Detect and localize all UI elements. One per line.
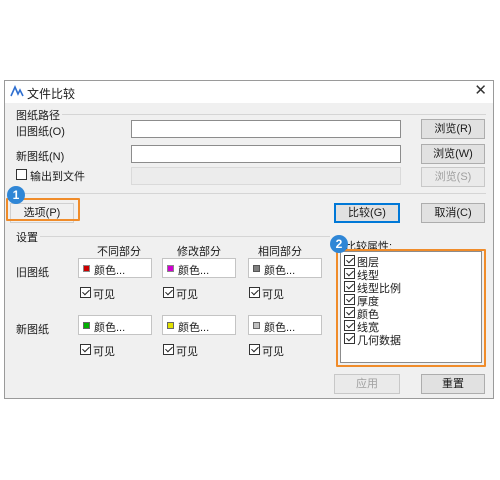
- old-modified-color-button[interactable]: 颜色...: [162, 258, 236, 278]
- title-bar: 文件比较 ✕: [5, 81, 493, 103]
- column-header-same: 相同部分: [258, 246, 302, 258]
- color-text: 颜色...: [264, 265, 296, 277]
- old-different-visible-checkbox[interactable]: [80, 287, 91, 298]
- output-browse-button[interactable]: 浏览(S): [421, 167, 485, 187]
- color-text: 颜色...: [264, 322, 296, 334]
- visible-label: 可见: [176, 346, 198, 358]
- color-swatch: [167, 265, 174, 272]
- color-text: 颜色...: [178, 265, 210, 277]
- new-browse-button[interactable]: 浏览(W): [421, 144, 485, 164]
- color-text: 颜色...: [94, 322, 126, 334]
- close-icon[interactable]: ✕: [474, 83, 487, 99]
- color-text: 颜色...: [94, 265, 126, 277]
- visible-label: 可见: [262, 289, 284, 301]
- color-swatch: [253, 265, 260, 272]
- column-header-different: 不同部分: [97, 246, 141, 258]
- old-same-color-button[interactable]: 颜色...: [248, 258, 322, 278]
- visible-label: 可见: [93, 289, 115, 301]
- old-same-visible-checkbox[interactable]: [249, 287, 260, 298]
- color-swatch: [167, 322, 174, 329]
- new-modified-visible-checkbox[interactable]: [163, 344, 174, 355]
- visible-label: 可见: [93, 346, 115, 358]
- column-header-modified: 修改部分: [177, 246, 221, 258]
- new-drawing-label: 新图纸(N): [16, 151, 65, 163]
- drawing-path-group-label: 图纸路径: [16, 110, 60, 122]
- window-title: 文件比较: [27, 87, 76, 101]
- new-different-visible-checkbox[interactable]: [80, 344, 91, 355]
- output-to-file-checkbox[interactable]: [16, 169, 27, 180]
- drawing-path-divider: [62, 114, 486, 115]
- old-different-color-button[interactable]: 颜色...: [78, 258, 152, 278]
- annotation-badge-2: 2: [330, 235, 348, 253]
- settings-group-label: 设置: [16, 232, 38, 244]
- old-modified-visible-checkbox[interactable]: [163, 287, 174, 298]
- new-row-label: 新图纸: [16, 324, 49, 336]
- annotation-badge-1: 1: [7, 186, 25, 204]
- reset-button[interactable]: 重置: [421, 374, 485, 394]
- output-file-path-input[interactable]: [131, 167, 401, 185]
- color-text: 颜色...: [178, 322, 210, 334]
- path-bottom-divider: [14, 193, 486, 194]
- color-swatch: [83, 265, 90, 272]
- output-to-file-label: 输出到文件: [30, 171, 85, 183]
- old-drawing-label: 旧图纸(O): [16, 126, 65, 138]
- old-row-label: 旧图纸: [16, 267, 49, 279]
- new-different-color-button[interactable]: 颜色...: [78, 315, 152, 335]
- color-swatch: [253, 322, 260, 329]
- compare-button[interactable]: 比较(G): [334, 203, 400, 223]
- cancel-button[interactable]: 取消(C): [421, 203, 485, 223]
- visible-label: 可见: [262, 346, 284, 358]
- new-drawing-path-input[interactable]: [131, 145, 401, 163]
- new-modified-color-button[interactable]: 颜色...: [162, 315, 236, 335]
- old-drawing-path-input[interactable]: [131, 120, 401, 138]
- highlight-attributes-box: [336, 249, 486, 367]
- app-logo-icon: [10, 85, 24, 97]
- old-browse-button[interactable]: 浏览(R): [421, 119, 485, 139]
- visible-label: 可见: [176, 289, 198, 301]
- settings-divider: [40, 236, 330, 237]
- new-same-color-button[interactable]: 颜色...: [248, 315, 322, 335]
- new-same-visible-checkbox[interactable]: [249, 344, 260, 355]
- color-swatch: [83, 322, 90, 329]
- apply-button[interactable]: 应用: [334, 374, 400, 394]
